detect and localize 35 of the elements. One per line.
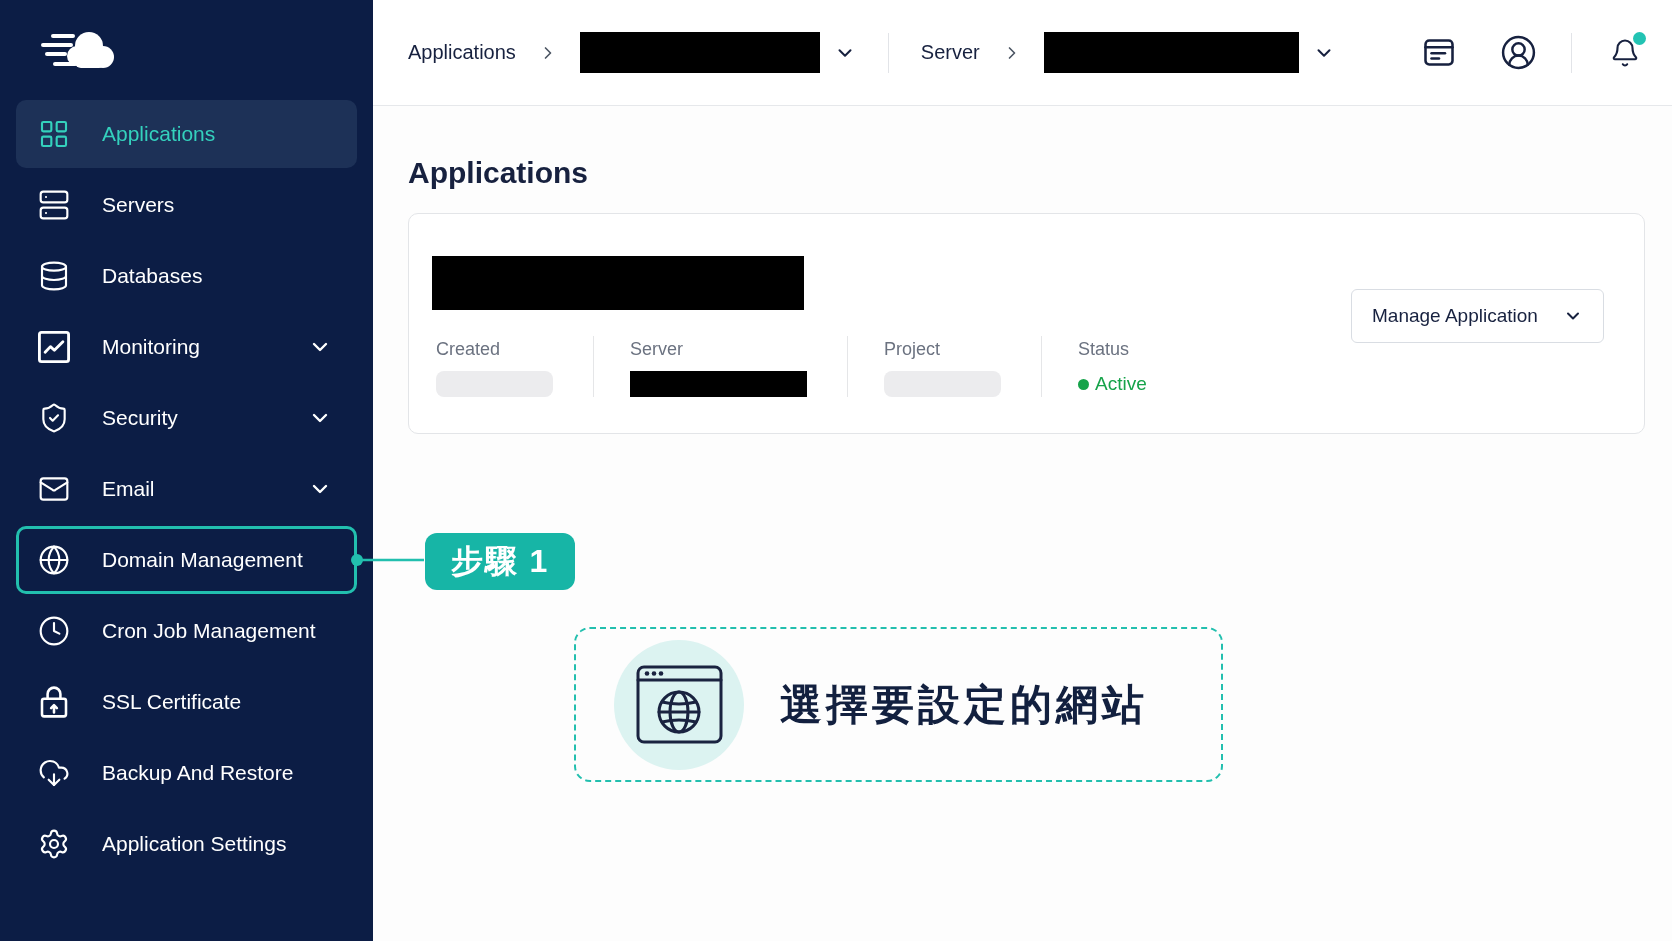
sidebar-item[interactable]: Email	[16, 455, 357, 523]
sidebar-item[interactable]: Security	[16, 384, 357, 452]
instruction-text: 選擇要設定的網站	[780, 679, 1148, 730]
clock-icon	[38, 615, 70, 647]
document-list-icon[interactable]	[1424, 39, 1454, 66]
sidebar-item[interactable]: Application Settings	[16, 810, 357, 878]
manage-application-button[interactable]: Manage Application	[1351, 289, 1604, 343]
user-avatar-icon[interactable]	[1500, 34, 1537, 71]
browser-globe-icon	[614, 639, 744, 770]
field-label: Project	[884, 338, 942, 360]
grid-icon	[38, 118, 70, 150]
breadcrumb-link[interactable]: Server	[920, 41, 980, 64]
cloud-logo[interactable]	[39, 29, 115, 71]
status-text: Active	[1095, 373, 1147, 395]
bell-icon[interactable]	[1610, 37, 1640, 68]
settings-icon	[38, 828, 70, 860]
sidebar-item[interactable]: Databases	[16, 242, 357, 310]
cloud-download-icon	[38, 757, 70, 789]
field-label: Created	[436, 338, 502, 360]
server-icon	[38, 189, 70, 221]
database-icon	[38, 260, 70, 292]
field-label: Server	[630, 338, 684, 360]
sidebar-item[interactable]: SSL Certificate	[16, 668, 357, 736]
sidebar-item[interactable]: Servers	[16, 171, 357, 239]
padlock-icon	[38, 686, 70, 718]
sidebar-item[interactable]: Cron Job Management	[16, 597, 357, 665]
sidebar-item[interactable]: Applications	[16, 100, 357, 168]
field-label: Status	[1078, 338, 1131, 360]
page-title: Applications	[408, 155, 589, 191]
step-badge: 步驟 1	[425, 533, 575, 590]
sidebar-item[interactable]: Monitoring	[16, 313, 357, 381]
globe-icon	[38, 544, 70, 576]
sidebar-item[interactable]: Backup And Restore	[16, 739, 357, 807]
breadcrumb-link[interactable]: Applications	[408, 41, 516, 64]
chart-icon	[38, 331, 70, 363]
